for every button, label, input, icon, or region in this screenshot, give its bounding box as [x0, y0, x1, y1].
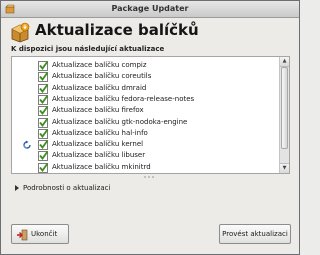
checkmark-icon — [39, 60, 49, 70]
update-list-item[interactable]: Aktualizace balíčku compiz — [12, 60, 281, 72]
scroll-thumb[interactable] — [281, 67, 288, 149]
pane-resize-grip[interactable] — [144, 176, 158, 178]
update-list-item[interactable]: Aktualizace balíčku hal-info — [12, 128, 281, 140]
update-label: Aktualizace balíčku libuser — [52, 151, 146, 160]
package-updater-window: Package Updater Aktualizace balíčků K di… — [0, 0, 300, 255]
update-label: Aktualizace balíčku dmraid — [52, 83, 147, 92]
update-list-item[interactable]: Aktualizace balíčku kernel — [12, 139, 281, 151]
checkmark-icon — [39, 128, 49, 138]
update-list-item[interactable]: Aktualizace balíčku firefox — [12, 105, 281, 117]
update-checkbox[interactable] — [38, 162, 49, 173]
update-checkbox[interactable] — [38, 151, 49, 162]
list-scrollbar[interactable]: ▲ ▼ — [279, 57, 289, 173]
apply-updates-button[interactable]: Provést aktualizaci — [219, 224, 291, 244]
quit-door-icon — [16, 229, 28, 241]
update-checkbox[interactable] — [38, 94, 49, 105]
quit-button[interactable]: Ukončit — [11, 224, 69, 244]
expander-arrow-icon — [15, 185, 19, 191]
update-list-item[interactable]: Aktualizace balíčku mkinitrd — [12, 162, 281, 174]
update-label: Aktualizace balíčku kernel — [52, 140, 144, 149]
page-title: Aktualizace balíčků — [35, 21, 199, 39]
window-title: Package Updater — [111, 4, 189, 13]
scroll-up-arrow-icon[interactable]: ▲ — [280, 57, 289, 67]
checkmark-icon — [39, 117, 49, 127]
update-label: Aktualizace balíčku fedora-release-notes — [52, 94, 195, 103]
update-list-item[interactable]: Aktualizace balíčku libuser — [12, 150, 281, 162]
apply-updates-button-label: Provést aktualizaci — [222, 230, 288, 238]
checkmark-icon — [39, 151, 49, 161]
update-label: Aktualizace balíčku coreutils — [52, 72, 152, 81]
checkmark-icon — [39, 140, 49, 150]
update-label: Aktualizace balíčku gtk-nodoka-engine — [52, 117, 188, 126]
checkmark-icon — [39, 162, 49, 172]
update-checkbox[interactable] — [38, 83, 49, 94]
update-list-item[interactable]: Aktualizace balíčku coreutils — [12, 71, 281, 83]
restart-icon — [22, 140, 32, 150]
title-bar[interactable]: Package Updater — [1, 1, 299, 18]
update-list-item[interactable]: Aktualizace balíčku fedora-release-notes — [12, 94, 281, 106]
updates-section-title: K dispozici jsou následující aktualizace — [11, 45, 165, 53]
package-box-icon — [9, 21, 31, 43]
update-checkbox[interactable] — [38, 128, 49, 139]
update-label: Aktualizace balíčku mkinitrd — [52, 162, 151, 171]
update-label: Aktualizace balíčku compiz — [52, 61, 147, 69]
details-expander-label: Podrobnosti o aktualizaci — [23, 184, 111, 192]
checkmark-icon — [39, 72, 49, 82]
checkmark-icon — [39, 94, 49, 104]
update-label: Aktualizace balíčku hal-info — [52, 128, 148, 137]
checkmark-icon — [39, 83, 49, 93]
quit-button-label: Ukončit — [31, 230, 58, 238]
update-checkbox[interactable] — [38, 140, 49, 151]
update-list-item[interactable]: Aktualizace balíčku gtk-nodoka-engine — [12, 117, 281, 129]
update-list-item[interactable]: Aktualizace balíčku dmraid — [12, 83, 281, 95]
update-checkbox[interactable] — [38, 60, 49, 71]
scroll-down-arrow-icon[interactable]: ▼ — [280, 163, 289, 173]
update-checkbox[interactable] — [38, 117, 49, 128]
update-checkbox[interactable] — [38, 106, 49, 117]
update-label: Aktualizace balíčku firefox — [52, 106, 144, 115]
updates-list[interactable]: Aktualizace balíčku compiz Aktualizace ba… — [11, 56, 290, 174]
update-checkbox[interactable] — [38, 72, 49, 83]
checkmark-icon — [39, 106, 49, 116]
